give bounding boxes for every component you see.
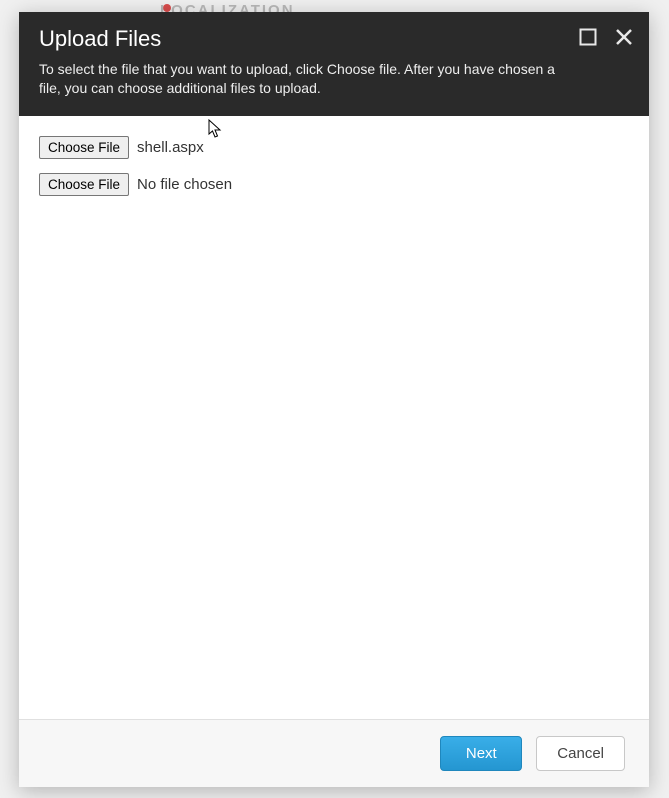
file-name-label: No file chosen xyxy=(137,176,232,193)
choose-file-button[interactable]: Choose File xyxy=(39,173,129,196)
choose-file-button[interactable]: Choose File xyxy=(39,136,129,159)
window-controls xyxy=(577,26,635,48)
close-button[interactable] xyxy=(613,26,635,48)
file-input-row: Choose File shell.aspx xyxy=(39,136,629,159)
file-input-row: Choose File No file chosen xyxy=(39,173,629,196)
modal-footer: Next Cancel xyxy=(19,719,649,787)
cancel-button[interactable]: Cancel xyxy=(536,736,625,771)
maximize-button[interactable] xyxy=(577,26,599,48)
modal-title: Upload Files xyxy=(39,26,629,52)
modal-body: Choose File shell.aspx Choose File No fi… xyxy=(19,116,649,719)
modal-subtitle: To select the file that you want to uplo… xyxy=(39,60,579,98)
modal-header: Upload Files To select the file that you… xyxy=(19,12,649,116)
close-icon xyxy=(614,27,634,47)
upload-files-modal: Upload Files To select the file that you… xyxy=(19,12,649,787)
next-button[interactable]: Next xyxy=(440,736,522,771)
maximize-icon xyxy=(579,28,597,46)
file-name-label: shell.aspx xyxy=(137,139,204,156)
